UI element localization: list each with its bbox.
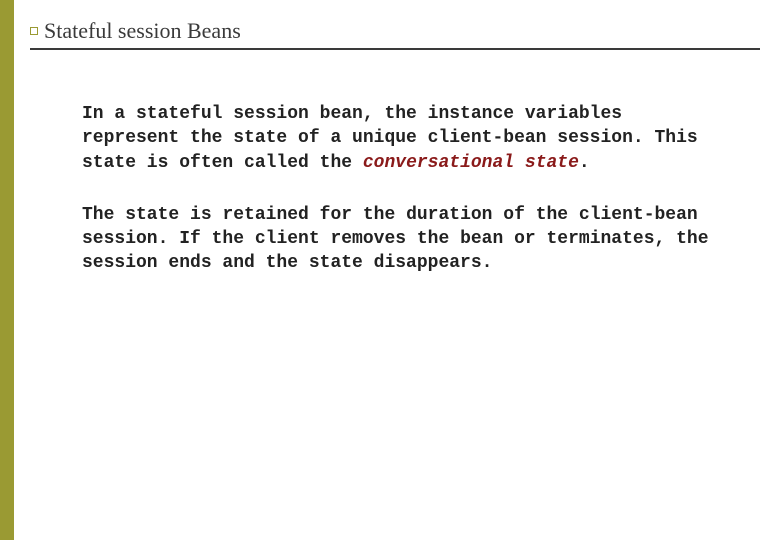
page-title: Stateful session Beans (30, 18, 760, 44)
title-underline (30, 48, 760, 50)
para2-text-2: . If the client removes the bean or term… (82, 229, 709, 273)
para1-text-2: . (579, 153, 590, 173)
para2-text-1: The state is (82, 205, 222, 225)
title-bullet-icon (30, 27, 38, 35)
left-accent-bar (0, 0, 14, 540)
para1-emphasis: conversational state (363, 153, 579, 173)
title-text: Stateful session Beans (44, 18, 241, 43)
paragraph-1: In a stateful session bean, the instance… (82, 102, 730, 175)
slide-content: Stateful session Beans In a stateful ses… (30, 18, 760, 304)
paragraph-2: The state is retained for the duration o… (82, 203, 730, 276)
body-text: In a stateful session bean, the instance… (82, 102, 730, 276)
